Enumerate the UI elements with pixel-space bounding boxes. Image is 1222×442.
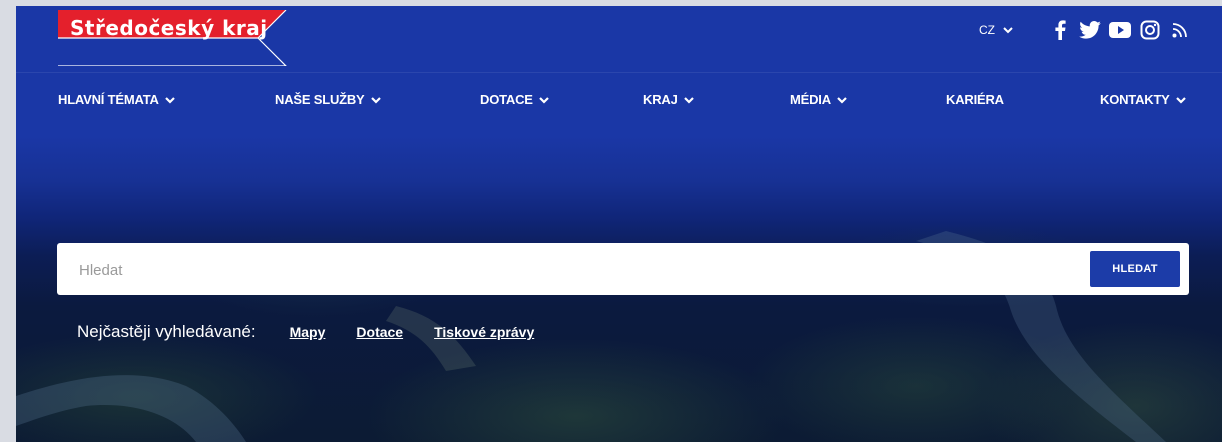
instagram-icon[interactable]: [1138, 18, 1162, 42]
popular-link-tiskove-zpravy[interactable]: Tiskové zprávy: [434, 324, 534, 340]
popular-link-mapy[interactable]: Mapy: [290, 324, 326, 340]
header-top-bar: Středočeský kraj CZ: [16, 6, 1222, 73]
search-box: HLEDAT: [57, 243, 1189, 295]
nav-item-dotace[interactable]: DOTACE: [480, 92, 549, 107]
popular-link-dotace[interactable]: Dotace: [356, 324, 403, 340]
chevron-down-icon: [538, 96, 549, 104]
nav-item-media[interactable]: MÉDIA: [790, 92, 847, 107]
chevron-down-icon: [370, 96, 381, 104]
hero-header: Středočeský kraj CZ HLAVNÍ TÉMATA NAŠE S…: [16, 6, 1222, 442]
popular-searches-label: Nejčastěji vyhledávané:: [77, 322, 256, 341]
social-links: [1048, 18, 1192, 42]
main-navigation: HLAVNÍ TÉMATA NAŠE SLUŽBY DOTACE KRAJ MÉ…: [16, 92, 1222, 116]
search-button[interactable]: HLEDAT: [1090, 251, 1180, 287]
twitter-icon[interactable]: [1078, 18, 1102, 42]
logo[interactable]: Středočeský kraj: [58, 9, 288, 67]
nav-item-label: KARIÉRA: [946, 92, 1004, 107]
nav-item-hlavni-temata[interactable]: HLAVNÍ TÉMATA: [58, 92, 175, 107]
rss-icon[interactable]: [1168, 18, 1192, 42]
nav-item-label: KRAJ: [643, 92, 678, 107]
chevron-down-icon: [837, 96, 847, 104]
chevron-down-icon: [1175, 96, 1186, 104]
popular-searches: Nejčastěji vyhledávané: Mapy Dotace Tisk…: [77, 322, 565, 342]
nav-item-label: NAŠE SLUŽBY: [275, 92, 365, 107]
chevron-down-icon: [683, 96, 694, 104]
nav-item-kontakty[interactable]: KONTAKTY: [1100, 92, 1186, 107]
logo-text: Středočeský kraj: [70, 16, 268, 40]
facebook-icon[interactable]: [1048, 18, 1072, 42]
youtube-icon[interactable]: [1108, 18, 1132, 42]
nav-item-label: KONTAKTY: [1100, 92, 1170, 107]
chevron-down-icon: [164, 96, 175, 104]
nav-item-label: MÉDIA: [790, 92, 831, 107]
language-selector[interactable]: CZ: [979, 23, 1013, 37]
nav-item-label: HLAVNÍ TÉMATA: [58, 92, 159, 107]
nav-item-kraj[interactable]: KRAJ: [643, 92, 694, 107]
language-current: CZ: [979, 23, 995, 37]
search-input[interactable]: [77, 257, 1061, 283]
chevron-down-icon: [1003, 27, 1013, 34]
nav-item-nase-sluzby[interactable]: NAŠE SLUŽBY: [275, 92, 381, 107]
nav-item-kariera[interactable]: KARIÉRA: [946, 92, 1004, 107]
nav-item-label: DOTACE: [480, 92, 533, 107]
